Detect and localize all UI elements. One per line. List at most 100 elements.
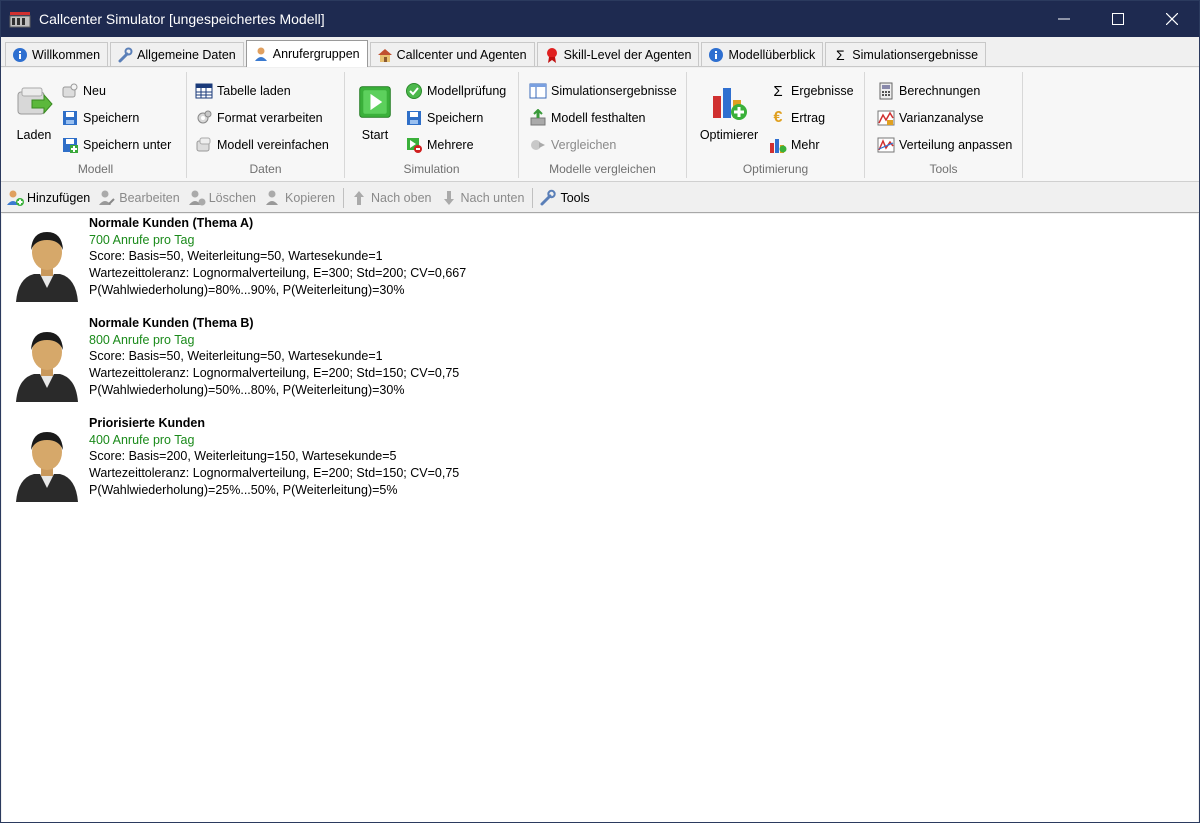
save-icon <box>405 109 423 127</box>
tab-willkommen[interactable]: Willkommen <box>5 42 109 66</box>
bearbeiten-label: Bearbeiten <box>119 190 180 205</box>
tab-modellueberblick[interactable]: Modellüberblick <box>701 42 824 66</box>
ribbon-group-simulation: Start Modellprüfung Speichern Mehrere Si… <box>345 72 519 178</box>
simulation-speichern-button[interactable]: Speichern <box>405 107 483 129</box>
ertrag-button[interactable]: € Ertrag <box>769 107 826 129</box>
modell-festhalten-button[interactable]: Modell festhalten <box>529 107 646 129</box>
nach-oben-button[interactable]: Nach oben <box>350 187 432 209</box>
caller-group-item[interactable]: Priorisierte Kunden 400 Anrufe pro Tag S… <box>2 414 702 510</box>
modell-vereinfachen-label: Modell vereinfachen <box>217 138 329 152</box>
pin-model-icon <box>529 109 547 127</box>
varianzanalyse-button[interactable]: Varianzanalyse <box>877 107 984 129</box>
close-button[interactable] <box>1145 1 1199 37</box>
tools-label: Tools <box>560 190 590 205</box>
optimizer-chart-icon <box>713 88 747 120</box>
group-label-tools: Tools <box>929 162 958 176</box>
ergebnisse-button[interactable]: Σ Ergebnisse <box>769 80 854 102</box>
tab-anrufergruppen[interactable]: Anrufergruppen <box>245 40 368 67</box>
tab-label: Anrufergruppen <box>272 47 360 61</box>
optimierer-label: Optimierer <box>699 128 759 142</box>
title-bar: Callcenter Simulator [ungespeichertes Mo… <box>1 1 1199 37</box>
modellpruefung-button[interactable]: Modellprüfung <box>405 80 506 102</box>
format-verarbeiten-label: Format verarbeiten <box>217 111 323 125</box>
kopieren-button[interactable]: Kopieren <box>264 187 335 209</box>
verteilung-anpassen-label: Verteilung anpassen <box>899 138 1013 152</box>
caller-group-score: Score: Basis=200, Weiterleitung=150, War… <box>89 449 397 464</box>
window-controls <box>1037 1 1199 37</box>
save-icon <box>61 109 79 127</box>
berechnungen-label: Berechnungen <box>899 84 981 98</box>
tab-allgemeine-daten[interactable]: Allgemeine Daten <box>110 42 244 66</box>
save-as-icon <box>61 136 79 154</box>
hinzufuegen-button[interactable]: Hinzufügen <box>6 187 90 209</box>
tools-button[interactable]: Tools <box>539 187 590 209</box>
new-model-icon <box>61 82 79 100</box>
toolbar-separator <box>343 187 345 208</box>
group-label-simulation: Simulation <box>403 162 460 176</box>
group-label-daten: Daten <box>249 162 282 176</box>
minimize-button[interactable] <box>1037 1 1091 37</box>
group-label-modell: Modell <box>77 162 114 176</box>
group-label-modelle-vergleichen: Modelle vergleichen <box>549 162 656 176</box>
speichern-unter-label: Speichern unter <box>83 138 172 152</box>
tab-simulationsergebnisse[interactable]: Σ Simulationsergebnisse <box>825 42 987 66</box>
variance-chart-icon <box>877 109 895 127</box>
optimierer-button[interactable]: Optimierer <box>695 82 763 142</box>
tab-label: Callcenter und Agenten <box>396 47 527 62</box>
euro-icon: € <box>773 109 783 126</box>
delete-person-icon <box>188 189 206 207</box>
mehrere-button[interactable]: Mehrere <box>405 134 474 156</box>
ribbon-group-modell: Laden Neu Speichern Speichern unter Mode… <box>5 72 187 178</box>
caller-group-calls: 800 Anrufe pro Tag <box>89 332 195 347</box>
modell-festhalten-label: Modell festhalten <box>551 111 646 125</box>
person-avatar-icon <box>16 332 78 402</box>
simulationsergebnisse-button[interactable]: Simulationsergebnisse <box>529 80 677 102</box>
tab-label: Modellüberblick <box>728 47 816 62</box>
tab-callcenter-und-agenten[interactable]: Callcenter und Agenten <box>369 42 535 66</box>
speichern-unter-button[interactable]: Speichern unter <box>61 134 171 156</box>
vergleichen-button[interactable]: Vergleichen <box>529 134 616 156</box>
copy-person-icon <box>264 189 282 207</box>
format-gear-icon <box>195 109 213 127</box>
bearbeiten-button[interactable]: Bearbeiten <box>98 187 180 209</box>
caller-group-score: Score: Basis=50, Weiterleitung=50, Warte… <box>89 349 383 364</box>
loeschen-button[interactable]: Löschen <box>188 187 256 209</box>
nach-unten-button[interactable]: Nach unten <box>440 187 524 209</box>
format-verarbeiten-button[interactable]: Format verarbeiten <box>195 107 323 129</box>
tab-skill-level[interactable]: Skill-Level der Agenten <box>536 42 700 66</box>
modell-vereinfachen-button[interactable]: Modell vereinfachen <box>195 134 329 156</box>
tabelle-laden-button[interactable]: Tabelle laden <box>195 80 291 102</box>
multiple-runs-icon <box>405 136 423 154</box>
toolbar-separator <box>532 187 534 208</box>
caller-group-name: Normale Kunden (Thema B) <box>89 316 254 330</box>
start-label: Start <box>361 128 389 142</box>
neu-button[interactable]: Neu <box>61 80 106 102</box>
mehr-button[interactable]: Mehr <box>769 134 819 156</box>
berechnungen-button[interactable]: Berechnungen <box>877 80 980 102</box>
mehr-label: Mehr <box>791 138 820 152</box>
arrow-up-icon <box>350 189 368 207</box>
caller-group-info: Priorisierte Kunden 400 Anrufe pro Tag S… <box>89 415 459 499</box>
caller-group-item[interactable]: Normale Kunden (Thema A) 700 Anrufe pro … <box>2 214 702 310</box>
person-avatar-icon <box>16 232 78 302</box>
house-icon <box>377 47 393 63</box>
info-icon <box>12 47 28 63</box>
window-title: Callcenter Simulator [ungespeichertes Mo… <box>39 11 325 27</box>
laden-label: Laden <box>16 128 52 142</box>
add-person-icon <box>6 189 24 207</box>
caller-toolbar: Hinzufügen Bearbeiten Löschen Kopieren N… <box>1 183 1199 213</box>
simulationsergebnisse-label: Simulationsergebnisse <box>551 84 677 98</box>
play-icon <box>359 86 391 118</box>
laden-button[interactable]: Laden <box>9 82 59 142</box>
tab-label: Allgemeine Daten <box>137 47 236 62</box>
maximize-button[interactable] <box>1091 1 1145 37</box>
modellpruefung-label: Modellprüfung <box>427 84 507 98</box>
verteilung-anpassen-button[interactable]: Verteilung anpassen <box>877 134 1012 156</box>
sigma-icon: Σ <box>835 46 845 63</box>
caller-group-prob: P(Wahlwiederholung)=50%...80%, P(Weiterl… <box>89 382 405 397</box>
caller-group-calls: 700 Anrufe pro Tag <box>89 232 195 247</box>
caller-group-item[interactable]: Normale Kunden (Thema B) 800 Anrufe pro … <box>2 314 702 410</box>
speichern-button[interactable]: Speichern <box>61 107 139 129</box>
start-button[interactable]: Start <box>353 84 397 142</box>
ergebnisse-label: Ergebnisse <box>791 84 854 98</box>
